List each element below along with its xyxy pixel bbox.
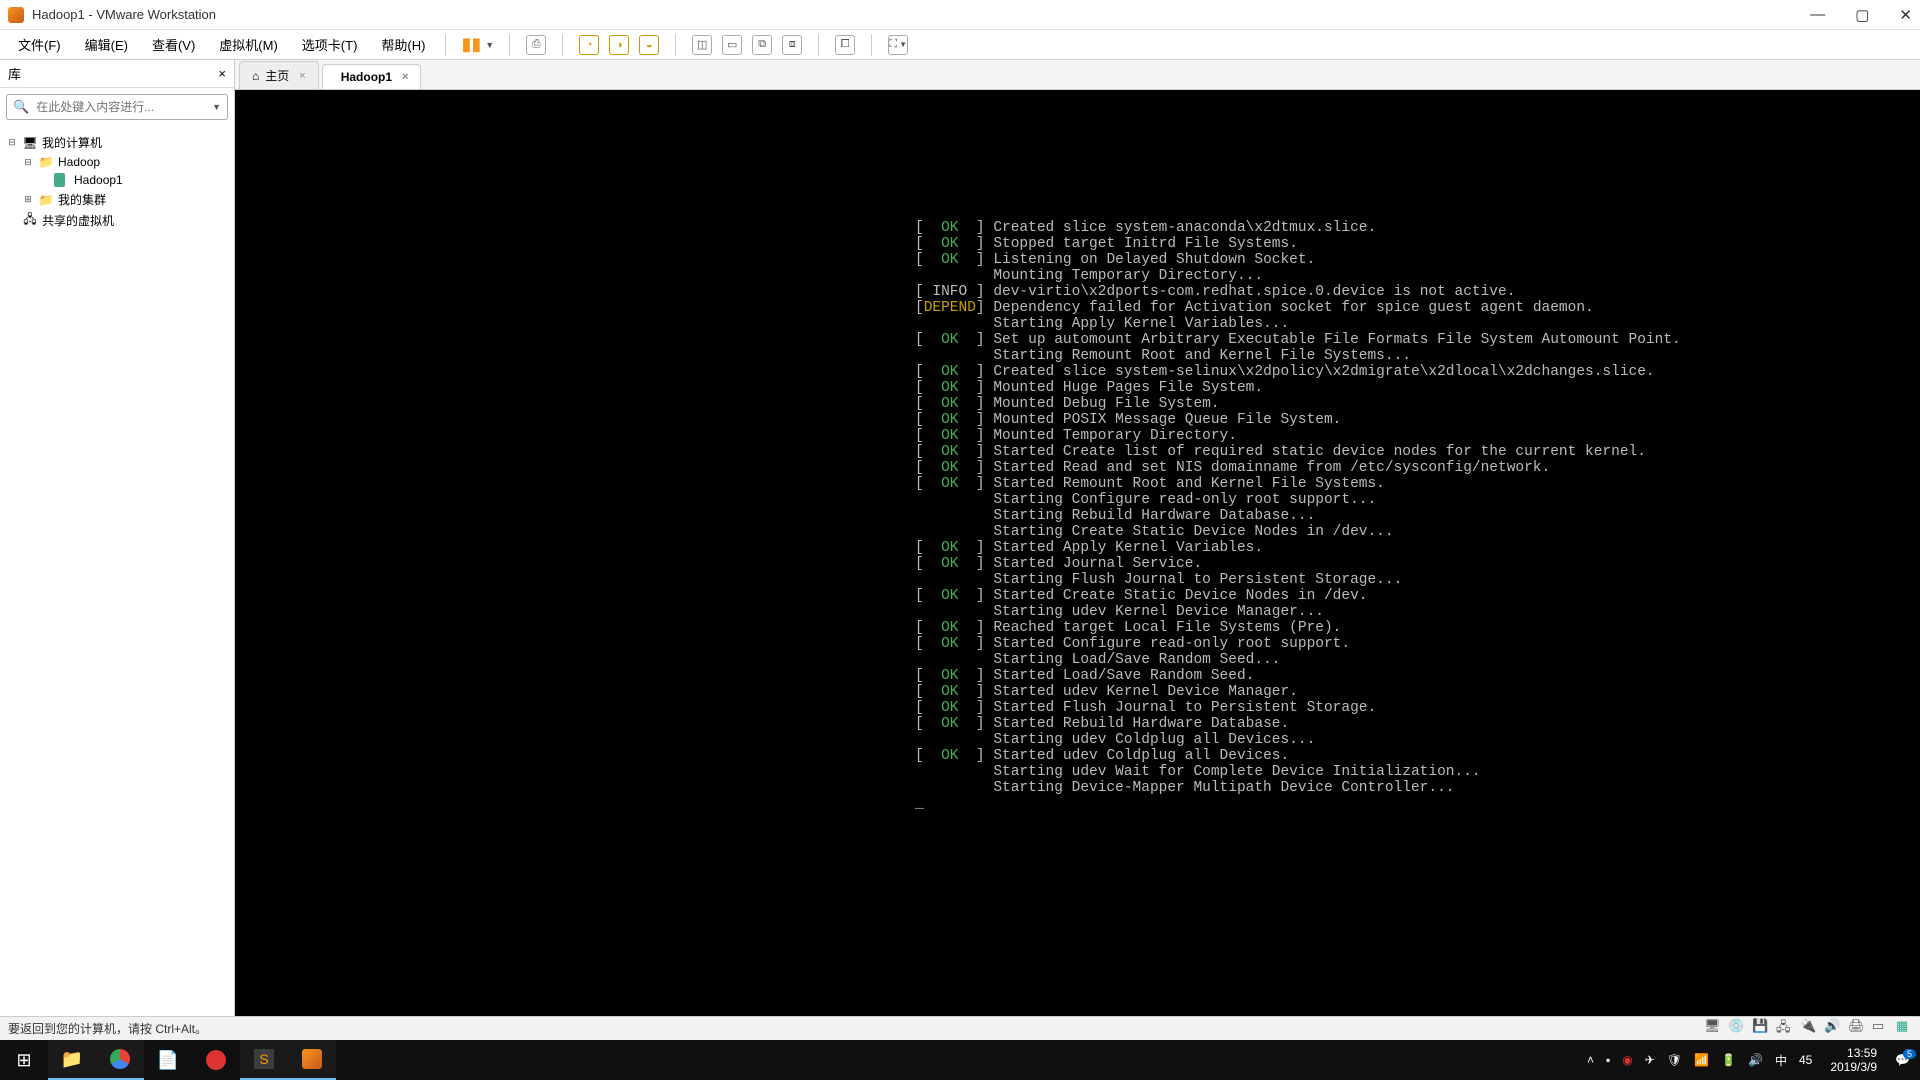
tray-time: 13:59	[1830, 1046, 1877, 1060]
status-display-icon[interactable]: ▭	[1872, 1018, 1888, 1040]
status-usb-icon[interactable]: 🔌	[1800, 1018, 1816, 1040]
pause-vm-button[interactable]: ▮▮▼	[456, 34, 499, 55]
minimize-button[interactable]: —	[1810, 6, 1825, 24]
shared-icon: 🖧	[22, 214, 38, 228]
status-cdrom-icon[interactable]: 💿	[1728, 1018, 1744, 1040]
menubar: 文件(F) 编辑(E) 查看(V) 虚拟机(M) 选项卡(T) 帮助(H) ▮▮…	[0, 30, 1920, 60]
taskbar-explorer[interactable]: 📁	[48, 1040, 96, 1080]
tab-hadoop1[interactable]: Hadoop1 ×	[322, 64, 422, 89]
tray-notifications[interactable]: 💬5	[1895, 1053, 1910, 1067]
tray-ime-indicator[interactable]: 中	[1775, 1052, 1787, 1069]
tray-wifi-icon[interactable]: 📶	[1694, 1053, 1709, 1067]
titlebar: Hadoop1 - VMware Workstation — ▢ ✕	[0, 0, 1920, 30]
menu-file[interactable]: 文件(F)	[8, 31, 71, 58]
library-sidebar: 库 × 🔍 ▼ ⊟🖥 我的计算机 ⊟📁 Hadoop Hadoop1 ⊞📁	[0, 60, 235, 1016]
revert-snapshot-button[interactable]: ◑	[609, 35, 629, 55]
taskbar-app-red[interactable]	[192, 1040, 240, 1080]
maximize-button[interactable]: ▢	[1855, 6, 1869, 24]
search-dropdown-icon[interactable]: ▼	[212, 102, 221, 112]
tray-paperplane-icon[interactable]: ✈	[1645, 1053, 1655, 1067]
statusbar-message: 要返回到您的计算机，请按 Ctrl+Alt。	[8, 1020, 207, 1037]
folder-icon: 📁	[38, 155, 54, 169]
status-nic-icon[interactable]: 🖧	[1776, 1018, 1792, 1040]
tab-close-icon[interactable]: ×	[299, 70, 305, 82]
menu-help[interactable]: 帮助(H)	[371, 31, 435, 58]
library-search-box[interactable]: 🔍 ▼	[6, 94, 228, 120]
snapshot-manager-button[interactable]: ◒	[639, 35, 659, 55]
tree-label: Hadoop	[58, 155, 100, 169]
start-button[interactable]: ⊞	[0, 1040, 48, 1080]
tree-label: 我的集群	[58, 191, 106, 208]
search-icon: 🔍	[13, 99, 29, 115]
menu-vm[interactable]: 虚拟机(M)	[209, 31, 288, 58]
tab-label: Hadoop1	[341, 70, 392, 84]
tab-close-icon[interactable]: ×	[402, 71, 408, 83]
tree-label: 我的计算机	[42, 134, 102, 151]
vm-icon	[54, 173, 70, 187]
vmware-icon	[8, 7, 24, 23]
menu-view[interactable]: 查看(V)	[142, 31, 205, 58]
tray-volume-icon[interactable]: 🔊	[1748, 1053, 1763, 1067]
tree-hadoop1-vm[interactable]: Hadoop1	[6, 171, 228, 189]
tray-battery-pct: 45	[1799, 1053, 1812, 1067]
tab-label: 主页	[265, 67, 289, 84]
statusbar: 要返回到您的计算机，请按 Ctrl+Alt。 🖥 💿 💾 🖧 🔌 🔊 🖨 ▭ ▦	[0, 1016, 1920, 1040]
tree-shared-vms[interactable]: 🖧 共享的虚拟机	[6, 210, 228, 231]
close-button[interactable]: ✕	[1899, 6, 1912, 24]
sidebar-close-button[interactable]: ×	[218, 66, 226, 81]
fullscreen-button[interactable]: ⛶ ▼	[888, 35, 908, 55]
tree-hadoop-folder[interactable]: ⊟📁 Hadoop	[6, 153, 228, 171]
tray-app1-icon[interactable]: ▪	[1606, 1053, 1610, 1067]
windows-taskbar: ⊞ 📁 📄 S ˄ ▪ ◉ ✈ 🛡 📶 🔋 🔊 中 45 13:59 2019/…	[0, 1040, 1920, 1080]
menu-edit[interactable]: 编辑(E)	[75, 31, 138, 58]
taskbar-vmware[interactable]	[288, 1040, 336, 1080]
tray-battery-icon[interactable]: 🔋	[1721, 1053, 1736, 1067]
tree-label: 共享的虚拟机	[42, 212, 114, 229]
tray-hidden-icons[interactable]: ˄	[1587, 1053, 1594, 1067]
computer-icon: 🖥	[22, 136, 38, 150]
send-ctrlaltdel-button[interactable]: ⎙	[526, 35, 546, 55]
vm-console-output[interactable]: [ OK ] Created slice system-anaconda\x2d…	[235, 90, 1920, 1016]
status-network-icon[interactable]: 🖥	[1704, 1018, 1720, 1040]
status-printer-icon[interactable]: 🖨	[1848, 1018, 1864, 1040]
taskbar-sublime[interactable]: S	[240, 1040, 288, 1080]
layout-4-button[interactable]: ⧈	[782, 35, 802, 55]
search-input[interactable]	[33, 97, 212, 117]
menu-tabs[interactable]: 选项卡(T)	[292, 31, 368, 58]
console-button[interactable]: ⧠	[835, 35, 855, 55]
folder-icon: 📁	[38, 193, 54, 207]
tabs-row: ⌂ 主页 × Hadoop1 ×	[235, 60, 1920, 90]
tree-my-computer[interactable]: ⊟🖥 我的计算机	[6, 132, 228, 153]
tray-date: 2019/3/9	[1830, 1060, 1877, 1074]
status-sound-icon[interactable]: 🔊	[1824, 1018, 1840, 1040]
tray-clock[interactable]: 13:59 2019/3/9	[1824, 1046, 1883, 1074]
snapshot-button[interactable]: ◔	[579, 35, 599, 55]
tree-label: Hadoop1	[74, 173, 123, 187]
taskbar-chrome[interactable]	[96, 1040, 144, 1080]
home-icon: ⌂	[252, 69, 259, 83]
tray-security-icon[interactable]: 🛡	[1667, 1053, 1682, 1067]
status-fullscreen-icon[interactable]: ▦	[1896, 1018, 1912, 1040]
layout-2-button[interactable]: ▭	[722, 35, 742, 55]
status-floppy-icon[interactable]: 💾	[1752, 1018, 1768, 1040]
tab-home[interactable]: ⌂ 主页 ×	[239, 61, 319, 89]
window-title: Hadoop1 - VMware Workstation	[32, 7, 216, 22]
tray-app2-icon[interactable]: ◉	[1622, 1053, 1632, 1067]
layout-1-button[interactable]: ◫	[692, 35, 712, 55]
tree-my-cluster[interactable]: ⊞📁 我的集群	[6, 189, 228, 210]
sidebar-title: 库	[8, 64, 21, 83]
library-tree: ⊟🖥 我的计算机 ⊟📁 Hadoop Hadoop1 ⊞📁 我的集群 🖧 共享的…	[0, 126, 234, 237]
layout-3-button[interactable]: ⧉	[752, 35, 772, 55]
taskbar-notepad[interactable]: 📄	[144, 1040, 192, 1080]
